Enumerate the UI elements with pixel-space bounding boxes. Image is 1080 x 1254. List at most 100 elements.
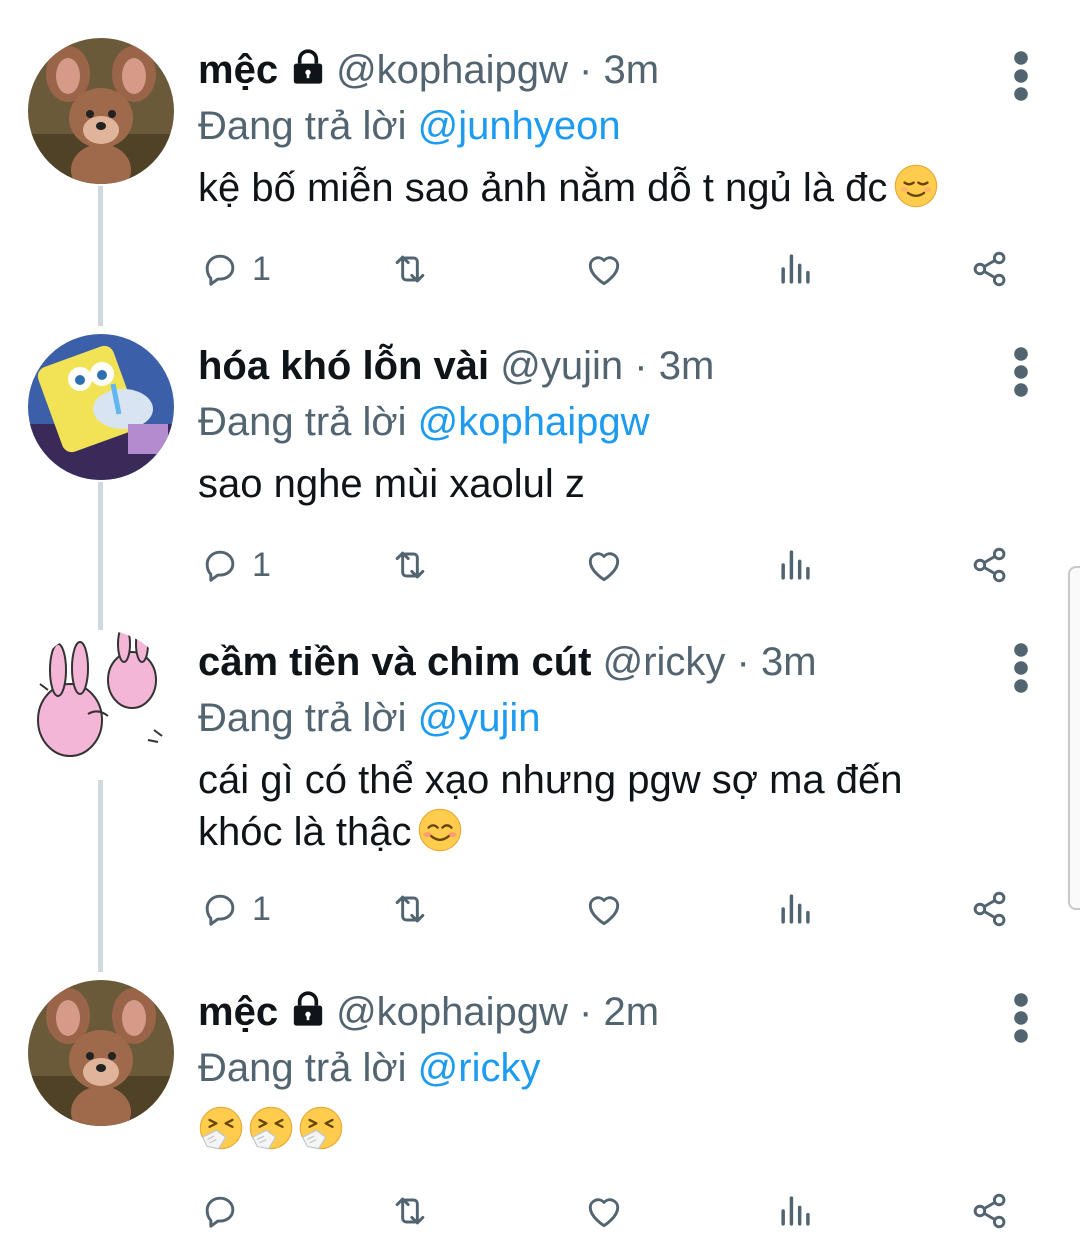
analytics-button[interactable] — [774, 244, 818, 294]
separator-dot: · — [736, 640, 750, 684]
share-button[interactable] — [968, 1186, 1012, 1236]
share-button[interactable] — [968, 540, 1012, 590]
relieved-face-emoji — [893, 163, 939, 209]
tweet-text-content: sao nghe mùi xaolul z — [198, 462, 585, 506]
replying-to: Đang trả lời @yujin — [198, 690, 541, 746]
avatar[interactable] — [28, 980, 174, 1126]
reply-mention[interactable]: @junhyeon — [418, 104, 621, 148]
analytics-icon — [774, 887, 818, 931]
reply-count: 1 — [252, 545, 271, 584]
tweet-text: kệ bố miễn sao ảnh nằm dỗ t ngủ là đc — [198, 162, 1018, 214]
user-handle[interactable]: @ricky — [603, 640, 726, 684]
like-button[interactable] — [582, 244, 626, 294]
replying-to: Đang trả lời @kophaipgw — [198, 394, 650, 450]
analytics-button[interactable] — [774, 540, 818, 590]
user-name[interactable]: mệc — [198, 48, 278, 92]
tweet-text — [198, 1104, 1018, 1156]
action-bar: 1 — [198, 540, 1028, 590]
reply-prefix: Đang trả lời — [198, 696, 407, 740]
reply-icon — [198, 247, 242, 291]
user-name[interactable]: mệc — [198, 990, 278, 1034]
sneezing-face-emoji — [248, 1105, 294, 1151]
lock-icon — [288, 47, 328, 87]
reply-mention[interactable]: @ricky — [418, 1046, 541, 1090]
timestamp[interactable]: 3m — [659, 344, 715, 388]
reply-button[interactable]: 1 — [198, 540, 271, 590]
share-icon — [968, 1189, 1012, 1233]
tweet-text-content: kệ bố miễn sao ảnh nằm dỗ t ngủ là đc — [198, 166, 888, 210]
reply-count: 1 — [252, 249, 271, 288]
reply-count: 1 — [252, 889, 271, 928]
reply-button[interactable] — [198, 1186, 242, 1236]
like-icon — [582, 887, 626, 931]
retweet-button[interactable] — [388, 540, 432, 590]
more-icon[interactable] — [1008, 344, 1034, 400]
separator-dot: · — [634, 344, 648, 388]
user-name[interactable]: cầm tiền và chim cút — [198, 640, 591, 684]
reply-icon — [198, 887, 242, 931]
reply-prefix: Đang trả lời — [198, 104, 407, 148]
share-button[interactable] — [968, 884, 1012, 934]
replying-to: Đang trả lời @junhyeon — [198, 98, 621, 154]
reply-mention[interactable]: @yujin — [418, 696, 541, 740]
avatar[interactable] — [28, 630, 174, 776]
lock-icon — [288, 989, 328, 1029]
reply-button[interactable]: 1 — [198, 884, 271, 934]
analytics-button[interactable] — [774, 884, 818, 934]
retweet-icon — [388, 543, 432, 587]
retweet-icon — [388, 887, 432, 931]
avatar[interactable] — [28, 334, 174, 480]
like-button[interactable] — [582, 1186, 626, 1236]
thread-line — [98, 186, 103, 326]
separator-dot: · — [579, 48, 593, 92]
more-icon[interactable] — [1008, 48, 1034, 104]
tweet-text-line: cái gì có thể xạo nhưng pgw sợ ma đến — [198, 758, 903, 802]
user-handle[interactable]: @yujin — [500, 344, 623, 388]
timestamp[interactable]: 3m — [761, 640, 817, 684]
reply-button[interactable]: 1 — [198, 244, 271, 294]
retweet-icon — [388, 1189, 432, 1233]
reply-mention[interactable]: @kophaipgw — [418, 400, 650, 444]
reply-prefix: Đang trả lời — [198, 400, 407, 444]
like-icon — [582, 1189, 626, 1233]
share-icon — [968, 887, 1012, 931]
tweet-text-line: khóc là thậc — [198, 810, 412, 854]
more-icon[interactable] — [1008, 640, 1034, 696]
analytics-icon — [774, 247, 818, 291]
action-bar: 1 — [198, 884, 1028, 934]
timestamp[interactable]: 2m — [604, 990, 660, 1034]
user-name[interactable]: hóa khó lỗn vài — [198, 344, 489, 388]
like-icon — [582, 247, 626, 291]
sneezing-face-emoji — [198, 1105, 244, 1151]
like-button[interactable] — [582, 540, 626, 590]
thread-line — [98, 482, 103, 630]
action-bar — [198, 1186, 1028, 1236]
analytics-icon — [774, 1189, 818, 1233]
retweet-button[interactable] — [388, 244, 432, 294]
reply-icon — [198, 1189, 242, 1233]
more-icon[interactable] — [1008, 990, 1034, 1046]
retweet-button[interactable] — [388, 1186, 432, 1236]
retweet-icon — [388, 247, 432, 291]
thread-line — [98, 780, 103, 972]
share-button[interactable] — [968, 244, 1012, 294]
tweet-text: sao nghe mùi xaolul z — [198, 458, 1018, 510]
like-button[interactable] — [582, 884, 626, 934]
replying-to: Đang trả lời @ricky — [198, 1040, 540, 1096]
avatar[interactable] — [28, 38, 174, 184]
tweet-text: cái gì có thể xạo nhưng pgw sợ ma đến kh… — [198, 754, 1018, 858]
reply-icon — [198, 543, 242, 587]
separator-dot: · — [579, 990, 593, 1034]
scrollbar[interactable] — [1068, 566, 1080, 910]
timestamp[interactable]: 3m — [604, 48, 660, 92]
sneezing-face-emoji — [298, 1105, 344, 1151]
share-icon — [968, 247, 1012, 291]
analytics-icon — [774, 543, 818, 587]
action-bar: 1 — [198, 244, 1028, 294]
user-handle[interactable]: @kophaipgw — [336, 990, 568, 1034]
user-handle[interactable]: @kophaipgw — [336, 48, 568, 92]
analytics-button[interactable] — [774, 1186, 818, 1236]
smiling-face-emoji — [417, 807, 463, 853]
retweet-button[interactable] — [388, 884, 432, 934]
reply-prefix: Đang trả lời — [198, 1046, 407, 1090]
